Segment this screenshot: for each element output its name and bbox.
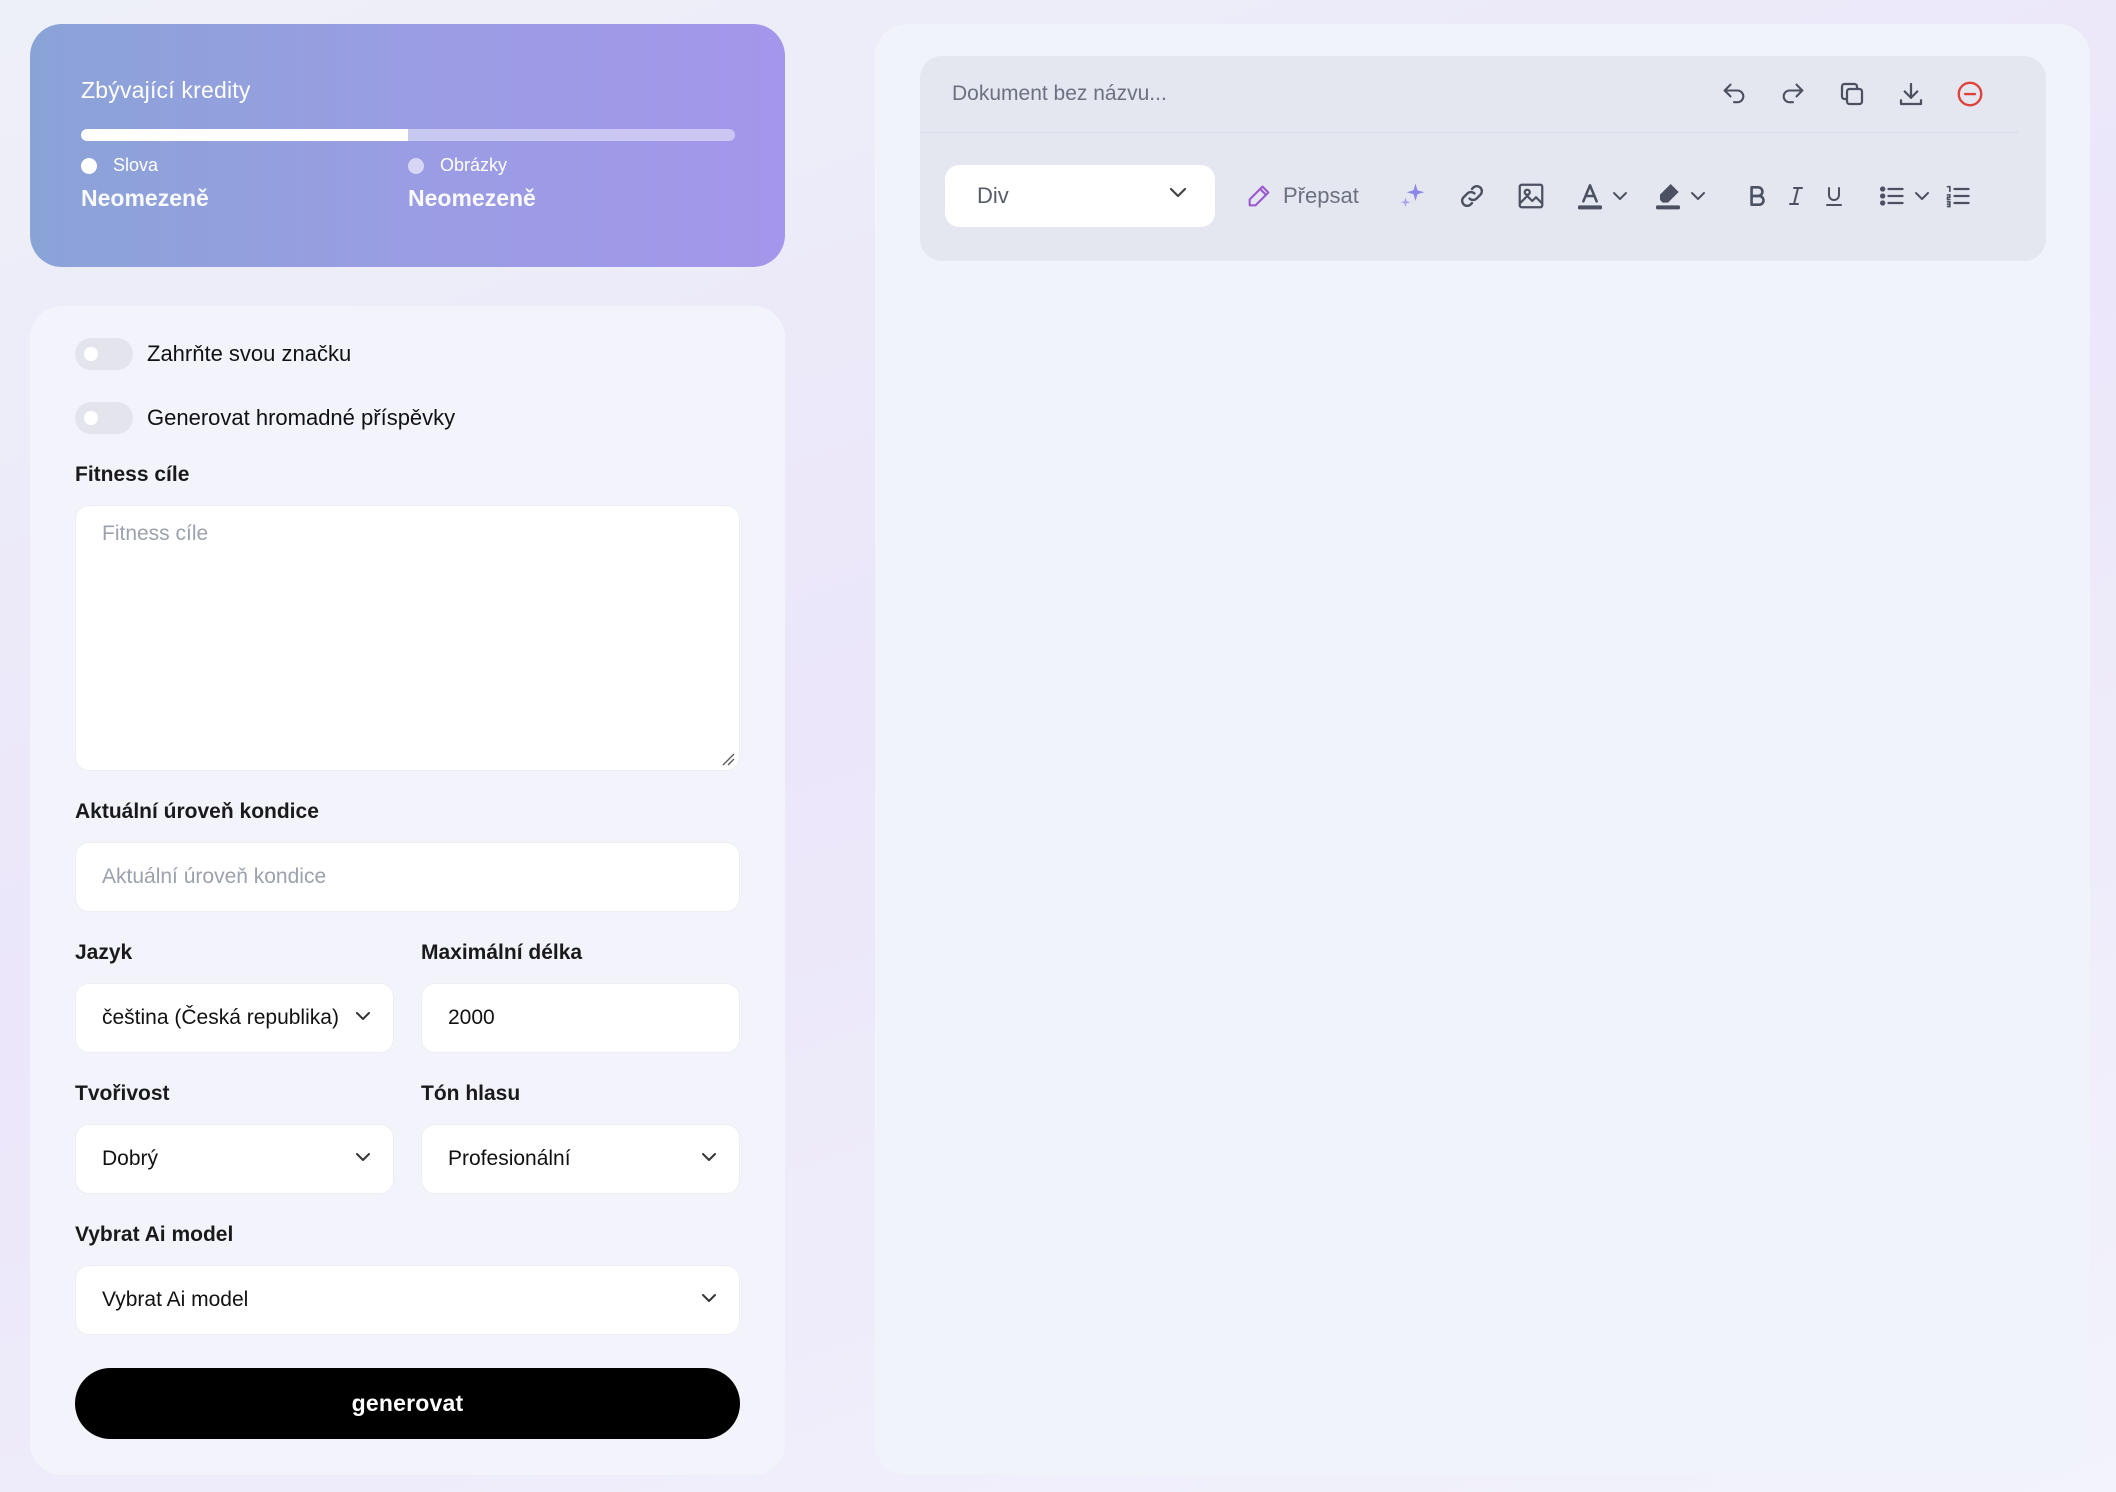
block-type-value: Div [977,183,1009,208]
ai-model-select[interactable]: Vybrat Ai model [75,1265,740,1335]
tone-label: Tón hlasu [421,1082,521,1105]
creativity-value: Dobrý [102,1147,159,1170]
credits-legend: Slova Neomezeně Obrázky Neomezeně [81,155,735,212]
toggle-row-bulk: Generovat hromadné příspěvky [75,401,740,435]
max-length-value: 2000 [448,1006,495,1029]
creativity-tone-row: Tvořivost Dobrý Tón hlasu Profesionální [75,1082,740,1194]
bulk-posts-toggle-label: Generovat hromadné příspěvky [147,405,456,430]
images-value: Neomezeně [408,185,536,211]
document-title-input[interactable]: Dokument bez názvu... [952,82,1718,106]
credits-images: Obrázky Neomezeně [408,155,735,212]
redo-icon[interactable] [1777,78,1809,110]
toggle-knob [84,347,98,361]
creativity-label: Tvořivost [75,1082,170,1105]
pencil-icon [1248,185,1270,207]
underline-icon[interactable] [1821,176,1847,216]
fitness-level-input[interactable]: Aktuální úroveň kondice [75,842,740,912]
fitness-goals-placeholder: Fitness cíle [102,522,209,545]
language-select[interactable]: čeština (Česká republika) [75,983,394,1053]
fitness-goals-textarea[interactable]: Fitness cíle [75,505,740,771]
max-length-label: Maximální délka [421,941,583,964]
download-icon[interactable] [1895,78,1927,110]
credits-progress-fill [81,129,408,141]
resize-grip-icon[interactable] [721,752,735,766]
formatting-tools [1397,176,1973,216]
copy-icon[interactable] [1836,78,1868,110]
highlight-chevron-icon[interactable] [1689,176,1707,216]
ai-model-value: Vybrat Ai model [102,1288,249,1311]
credits-words: Slova Neomezeně [81,155,408,212]
editor-panel: Dokument bez názvu... Div Přepsat [875,24,2090,1475]
words-value: Neomezeně [81,185,209,211]
fitness-goals-label: Fitness cíle [75,463,190,486]
bullet-list-chevron-icon[interactable] [1913,176,1931,216]
words-label: Slova [113,155,159,175]
toggle-row-brand: Zahrňte svou značku [75,337,740,371]
images-label: Obrázky [440,155,508,175]
generator-form: Zahrňte svou značku Generovat hromadné p… [30,306,785,1475]
highlight-icon[interactable] [1651,176,1685,216]
numbered-list-icon[interactable] [1943,176,1973,216]
words-dot-icon [81,157,97,174]
undo-icon[interactable] [1718,78,1750,110]
fitness-level-label: Aktuální úroveň kondice [75,800,319,823]
chevron-down-icon [702,1294,716,1302]
chevron-down-icon [702,1153,716,1161]
credits-card: Zbývající kredity Slova Neomezeně Obrázk… [30,24,785,267]
toggle-knob [84,411,98,425]
max-length-input[interactable]: 2000 [421,983,740,1053]
rewrite-label: Přepsat [1283,183,1359,208]
document-title-row: Dokument bez názvu... [920,56,2018,133]
tone-select[interactable]: Profesionální [421,1124,740,1194]
image-icon[interactable] [1515,176,1547,216]
format-toolbar-row: Div Přepsat [920,133,2046,259]
remove-icon[interactable] [1954,78,1986,110]
bullet-list-icon[interactable] [1877,176,1907,216]
editor-toolbar: Dokument bez názvu... Div Přepsat [920,56,2046,261]
tone-value: Profesionální [448,1147,571,1170]
sparkle-icon[interactable] [1397,176,1429,216]
chevron-down-icon [356,1012,370,1020]
fitness-level-placeholder: Aktuální úroveň kondice [102,865,327,888]
bulk-posts-toggle[interactable] [75,402,133,434]
ai-model-label: Vybrat Ai model [75,1223,234,1246]
generate-button[interactable]: generovat [75,1368,740,1439]
chevron-down-icon [356,1153,370,1161]
italic-icon[interactable] [1783,176,1809,216]
language-label: Jazyk [75,941,133,964]
language-value: čeština (Česká republika) [102,1006,339,1029]
language-length-row: Jazyk čeština (Česká republika) Maximáln… [75,941,740,1053]
chevron-down-icon [1169,187,1187,198]
document-actions [1718,78,1986,110]
text-color-icon[interactable] [1573,176,1607,216]
images-dot-icon [408,157,424,174]
link-icon[interactable] [1456,176,1488,216]
creativity-select[interactable]: Dobrý [75,1124,394,1194]
brand-toggle[interactable] [75,338,133,370]
text-color-chevron-icon[interactable] [1611,176,1629,216]
bold-icon[interactable] [1743,176,1771,216]
brand-toggle-label: Zahrňte svou značku [147,341,352,366]
block-type-select[interactable]: Div [945,165,1215,227]
credits-progress-bar [81,129,735,141]
credits-title: Zbývající kredity [81,77,251,103]
rewrite-button[interactable]: Přepsat [1245,182,1359,210]
